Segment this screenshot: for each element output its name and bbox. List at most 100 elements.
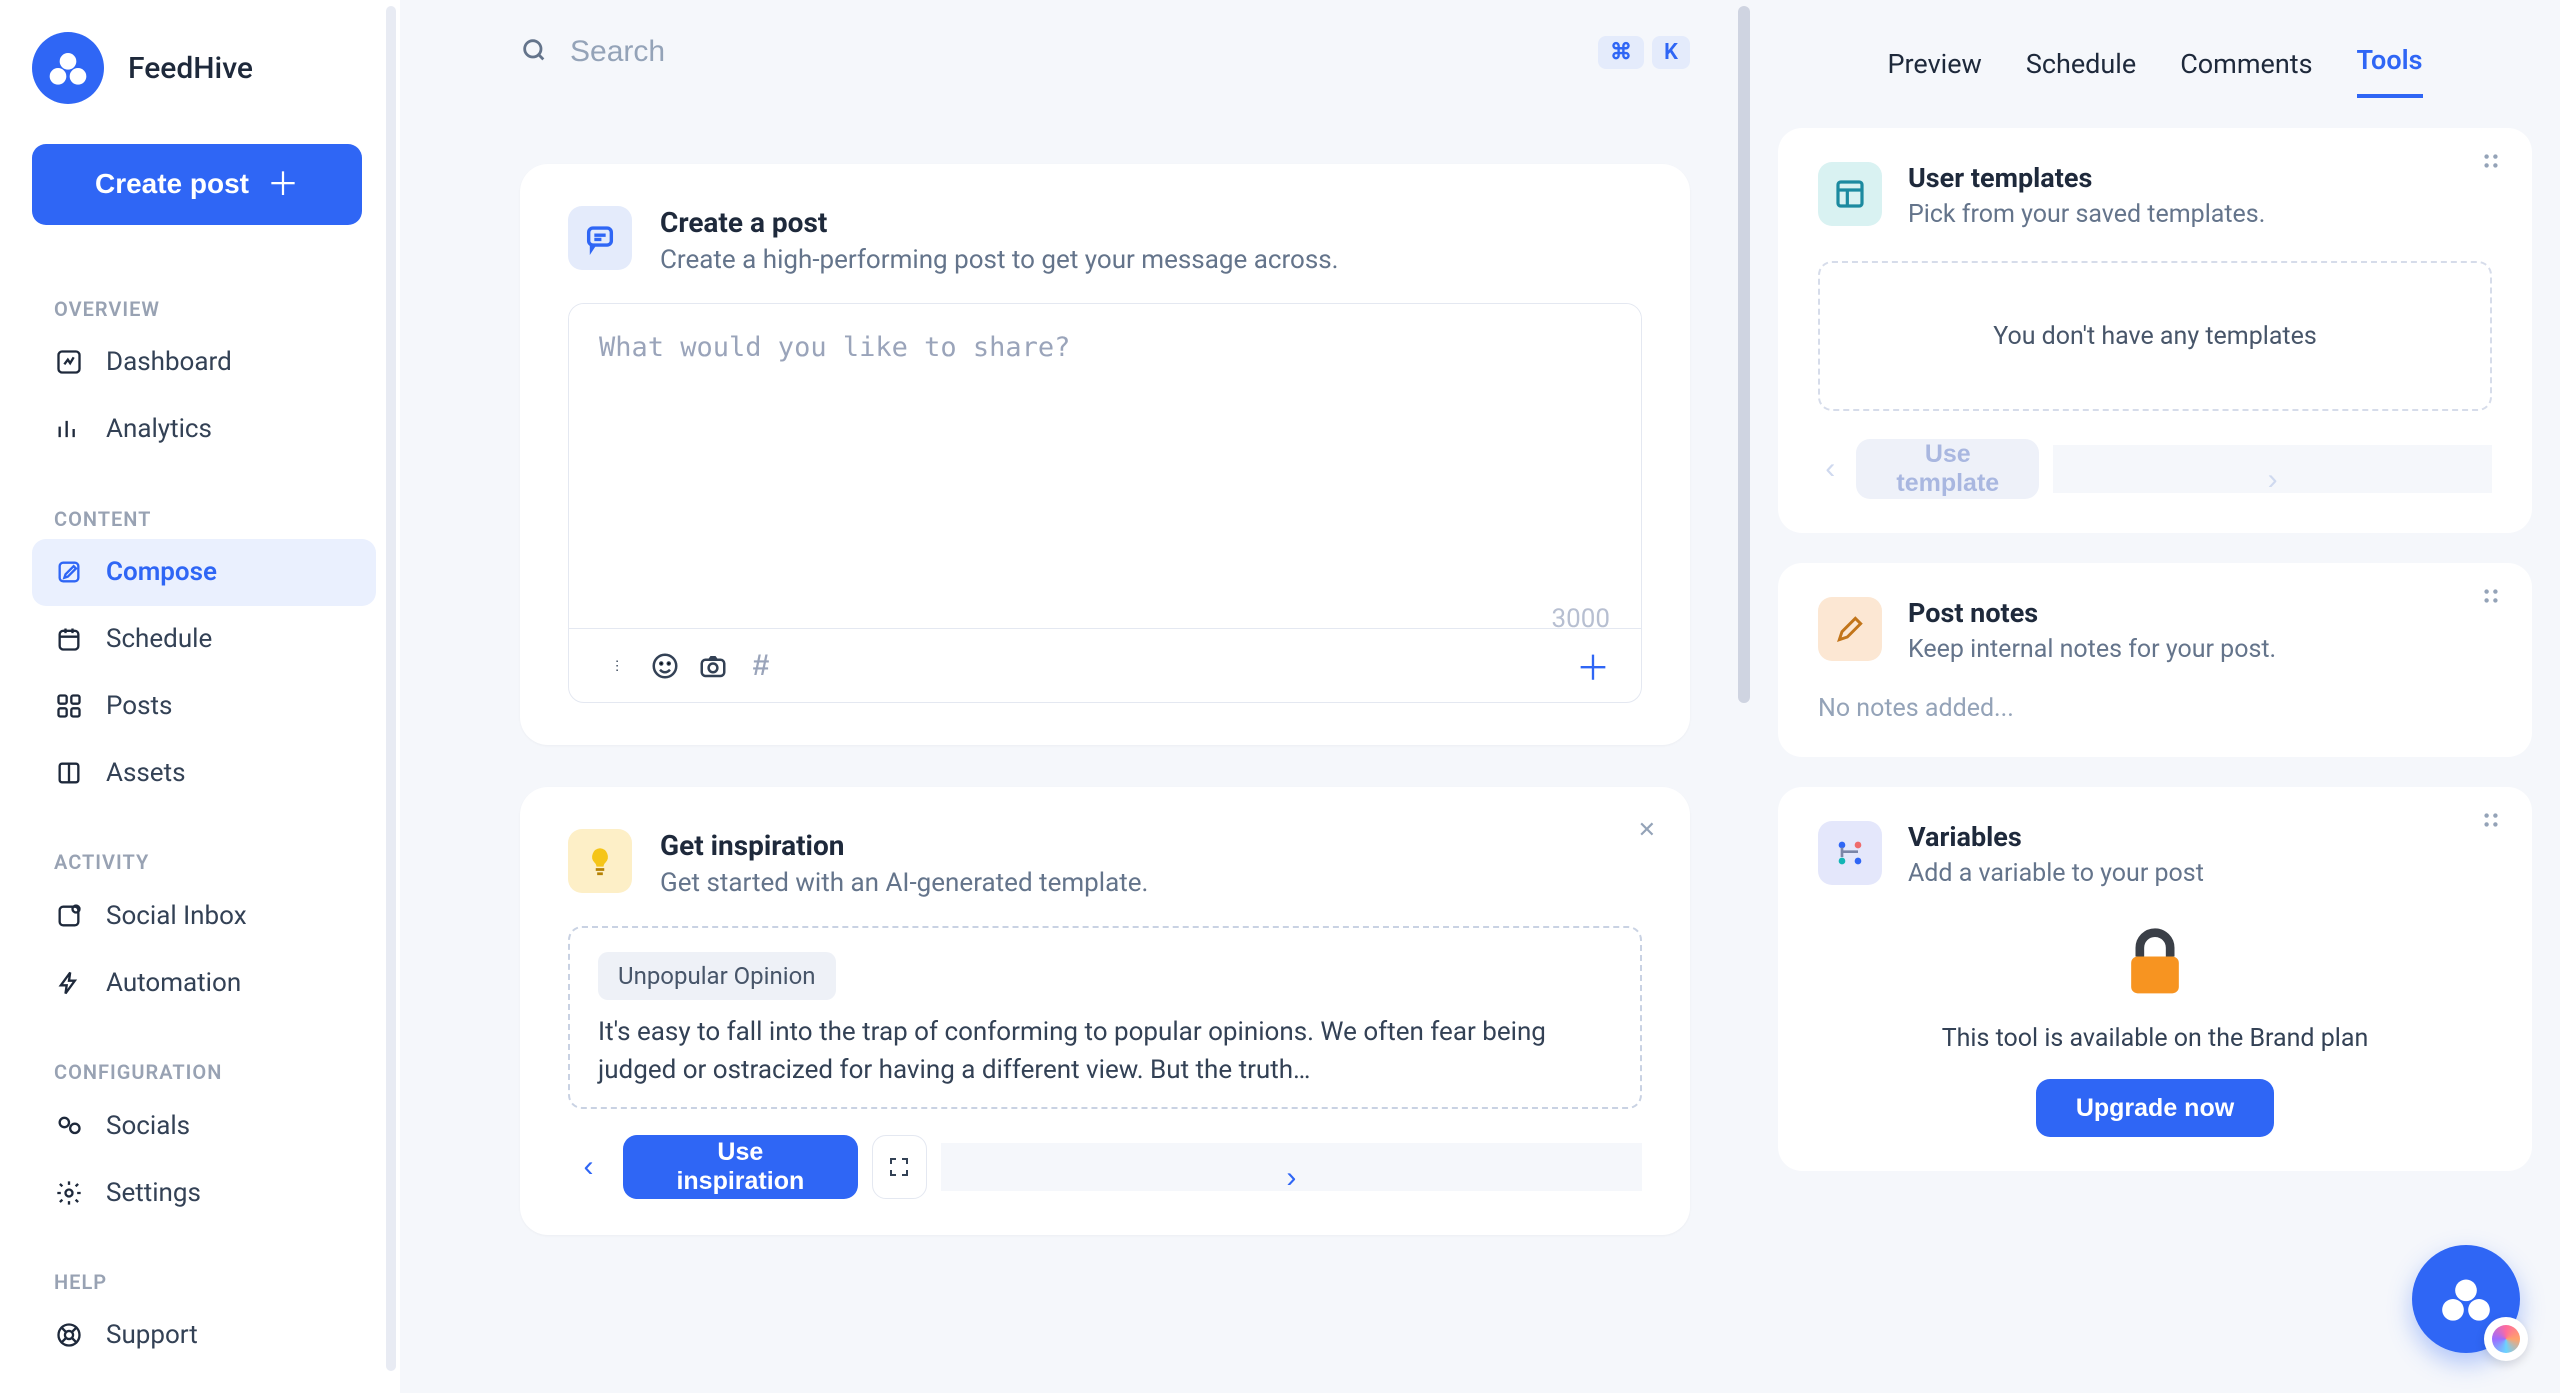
sidebar-item-automation[interactable]: Automation bbox=[32, 950, 376, 1017]
bulb-icon bbox=[568, 829, 632, 893]
sidebar-item-analytics[interactable]: Analytics bbox=[32, 396, 376, 463]
sidebar-item-label: Dashboard bbox=[106, 347, 232, 377]
use-inspiration-button[interactable]: Use inspiration bbox=[623, 1135, 858, 1199]
sidebar-item-label: Settings bbox=[106, 1178, 201, 1208]
expand-icon[interactable] bbox=[872, 1135, 927, 1199]
next-template-button[interactable]: › bbox=[2053, 445, 2492, 493]
prev-inspiration-button[interactable]: ‹ bbox=[568, 1143, 609, 1191]
sidebar-item-label: Assets bbox=[106, 758, 186, 788]
plus-icon: ＋ bbox=[267, 168, 299, 200]
main-scrollbar[interactable] bbox=[1738, 6, 1750, 703]
prev-template-button[interactable]: ‹ bbox=[1818, 445, 1842, 493]
section-activity: ACTIVITY bbox=[54, 850, 376, 874]
sidebar-item-settings[interactable]: Settings bbox=[32, 1159, 376, 1226]
settings-icon bbox=[54, 1178, 84, 1208]
right-tabs: Preview Schedule Comments Tools bbox=[1778, 18, 2532, 98]
create-post-button[interactable]: Create post ＋ bbox=[32, 144, 362, 225]
fab-button[interactable] bbox=[2412, 1245, 2520, 1353]
variables-locked-text: This tool is available on the Brand plan bbox=[1818, 1024, 2492, 1053]
upgrade-now-button[interactable]: Upgrade now bbox=[2036, 1079, 2274, 1137]
section-content: CONTENT bbox=[54, 507, 376, 531]
posts-icon bbox=[54, 691, 84, 721]
post-notes-empty: No notes added... bbox=[1818, 694, 2492, 723]
sidebar-item-compose[interactable]: Compose bbox=[32, 539, 376, 606]
create-post-label: Create post bbox=[95, 168, 249, 200]
section-overview: OVERVIEW bbox=[54, 297, 376, 321]
sidebar-item-label: Support bbox=[106, 1320, 198, 1350]
sidebar-item-label: Analytics bbox=[106, 414, 212, 444]
search-input[interactable] bbox=[570, 35, 1548, 69]
sidebar-item-label: Automation bbox=[106, 968, 241, 998]
tab-tools[interactable]: Tools bbox=[2357, 44, 2423, 98]
lock-icon bbox=[2116, 987, 2194, 1006]
variables-subtitle: Add a variable to your post bbox=[1908, 859, 2204, 888]
sidebar-item-dashboard[interactable]: Dashboard bbox=[32, 329, 376, 396]
automation-icon bbox=[54, 968, 84, 998]
use-template-button[interactable]: Use template bbox=[1856, 439, 2039, 499]
sidebar-item-social-inbox[interactable]: Social Inbox bbox=[32, 882, 376, 949]
emoji-icon[interactable] bbox=[641, 642, 689, 690]
variables-title: Variables bbox=[1908, 821, 2204, 853]
add-icon[interactable]: ＋ bbox=[1569, 642, 1617, 690]
schedule-icon bbox=[54, 624, 84, 654]
user-templates-card: User templates Pick from your saved temp… bbox=[1778, 128, 2532, 533]
compose-subtitle: Create a high-performing post to get you… bbox=[660, 245, 1339, 275]
assets-icon bbox=[54, 758, 84, 788]
variables-icon bbox=[1818, 821, 1882, 885]
user-templates-title: User templates bbox=[1908, 162, 2265, 194]
kbd-k: K bbox=[1652, 36, 1690, 69]
tab-preview[interactable]: Preview bbox=[1887, 48, 1981, 98]
analytics-icon bbox=[54, 414, 84, 444]
right-panel: Preview Schedule Comments Tools User tem… bbox=[1750, 0, 2560, 1393]
inspiration-title: Get inspiration bbox=[660, 829, 1148, 862]
drag-handle-icon[interactable] bbox=[2480, 150, 2502, 176]
section-configuration: CONFIGURATION bbox=[54, 1060, 376, 1084]
inspiration-body: Unpopular Opinion It's easy to fall into… bbox=[568, 926, 1642, 1109]
next-inspiration-button[interactable]: › bbox=[941, 1143, 1642, 1191]
inbox-icon bbox=[54, 901, 84, 931]
chat-icon bbox=[568, 206, 632, 270]
compose-body: ⋮ # ＋ bbox=[568, 303, 1642, 703]
sidebar-item-assets[interactable]: Assets bbox=[32, 740, 376, 807]
inspiration-text: It's easy to fall into the trap of confo… bbox=[598, 1014, 1612, 1089]
search-icon bbox=[520, 36, 548, 68]
tab-schedule[interactable]: Schedule bbox=[2026, 48, 2136, 98]
template-icon bbox=[1818, 162, 1882, 226]
sidebar-item-support[interactable]: Support bbox=[32, 1302, 376, 1369]
compose-card: Create a post Create a high-performing p… bbox=[520, 164, 1690, 745]
sidebar-item-label: Social Inbox bbox=[106, 901, 247, 931]
sidebar-scrollbar[interactable] bbox=[386, 6, 396, 1371]
sidebar-item-label: Compose bbox=[106, 557, 217, 587]
user-templates-empty: You don't have any templates bbox=[1818, 261, 2492, 411]
tab-comments[interactable]: Comments bbox=[2180, 48, 2312, 98]
drag-handle-icon[interactable] bbox=[2480, 585, 2502, 611]
inspiration-card: ✕ Get inspiration Get started with an AI… bbox=[520, 787, 1690, 1235]
variables-card: Variables Add a variable to your post Th… bbox=[1778, 787, 2532, 1171]
compose-icon bbox=[54, 557, 84, 587]
brand-name: FeedHive bbox=[128, 51, 253, 86]
compose-toolbar: ⋮ # ＋ bbox=[569, 628, 1641, 702]
sidebar-item-label: Schedule bbox=[106, 624, 212, 654]
hashtag-icon[interactable]: # bbox=[737, 642, 785, 690]
sidebar-item-label: Posts bbox=[106, 691, 172, 721]
char-counter: 3000 bbox=[1552, 604, 1610, 634]
user-templates-subtitle: Pick from your saved templates. bbox=[1908, 200, 2265, 229]
dashboard-icon bbox=[54, 347, 84, 377]
sidebar-item-posts[interactable]: Posts bbox=[32, 673, 376, 740]
search-bar[interactable]: ⌘ K bbox=[520, 4, 1690, 100]
more-vertical-icon[interactable]: ⋮ bbox=[593, 642, 641, 690]
sidebar-item-schedule[interactable]: Schedule bbox=[32, 606, 376, 673]
section-help: HELP bbox=[54, 1270, 376, 1294]
sidebar: FeedHive Create post ＋ OVERVIEW Dashboar… bbox=[0, 0, 400, 1393]
compose-title: Create a post bbox=[660, 206, 1339, 239]
fab-badge-icon bbox=[2484, 1317, 2528, 1361]
post-notes-card: Post notes Keep internal notes for your … bbox=[1778, 563, 2532, 757]
brand[interactable]: FeedHive bbox=[32, 32, 376, 104]
camera-icon[interactable] bbox=[689, 642, 737, 690]
kbd-cmd: ⌘ bbox=[1598, 36, 1644, 69]
close-icon[interactable]: ✕ bbox=[1638, 817, 1656, 843]
compose-textarea[interactable] bbox=[569, 304, 1641, 624]
sidebar-item-socials[interactable]: Socials bbox=[32, 1092, 376, 1159]
drag-handle-icon[interactable] bbox=[2480, 809, 2502, 835]
sidebar-item-label: Socials bbox=[106, 1111, 190, 1141]
